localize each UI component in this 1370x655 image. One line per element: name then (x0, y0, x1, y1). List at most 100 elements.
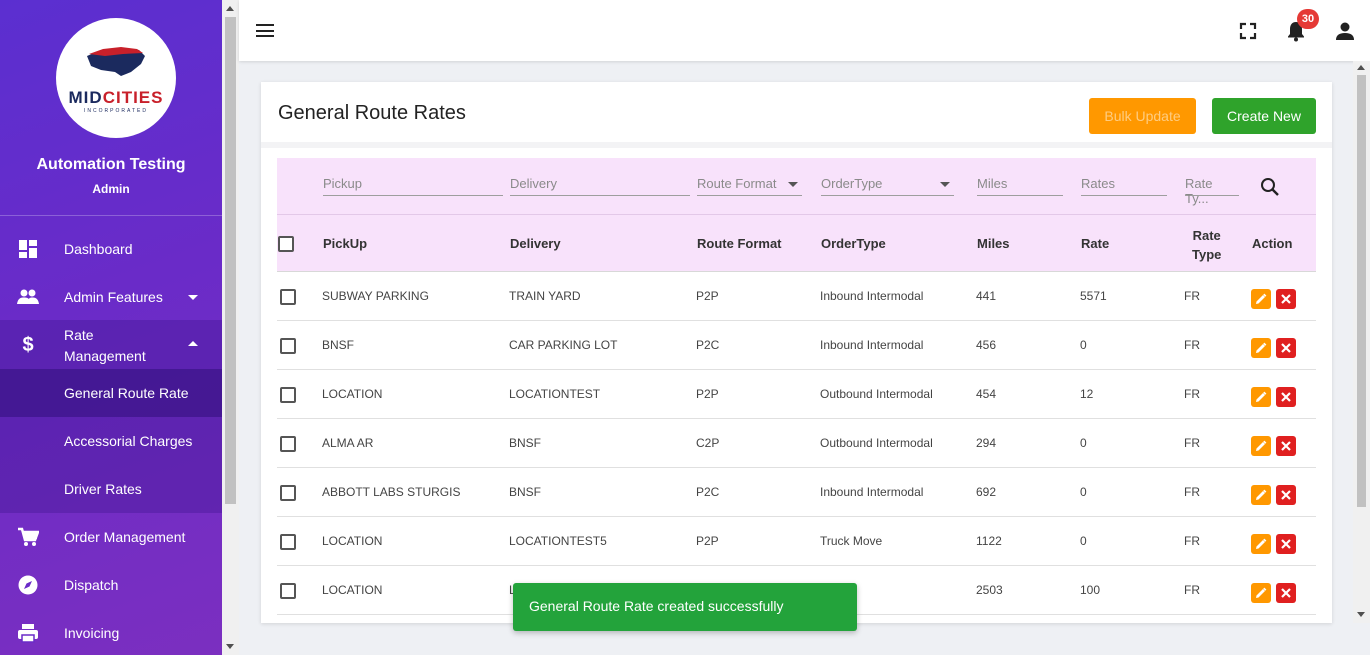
column-header-rate-type[interactable]: Rate Type (1192, 226, 1221, 264)
cell-order-type: Inbound Intermodal (820, 289, 924, 303)
delete-icon[interactable] (1276, 387, 1296, 407)
row-checkbox[interactable] (280, 583, 296, 599)
edit-icon[interactable] (1251, 534, 1271, 554)
sidebar-item-dashboard[interactable]: Dashboard (0, 238, 222, 260)
menu-icon[interactable] (256, 24, 274, 37)
table-row: LOCATION LOCATIONTEST5 P2P Truck Move 1122 0 F… (277, 517, 1316, 566)
person-icon[interactable] (1334, 20, 1356, 42)
delete-icon[interactable] (1276, 436, 1296, 456)
cell-rate-type: FR (1184, 534, 1200, 548)
column-header-order-type[interactable]: OrderType (821, 236, 886, 251)
delete-icon[interactable] (1276, 289, 1296, 309)
cell-miles: 456 (976, 338, 997, 352)
scrollbar-thumb[interactable] (1357, 75, 1366, 507)
header-separator (261, 142, 1332, 148)
chevron-up-icon (188, 341, 198, 346)
sidebar-item-label: Dispatch (64, 577, 119, 593)
column-header-action: Action (1252, 236, 1293, 251)
miles-filter-input[interactable]: Miles (977, 176, 1063, 196)
chevron-down-icon (188, 295, 198, 300)
scrollbar-thumb[interactable] (225, 17, 236, 504)
cell-delivery: TRAIN YARD (509, 289, 581, 303)
row-checkbox[interactable] (280, 485, 296, 501)
row-checkbox[interactable] (280, 338, 296, 354)
cell-delivery: CAR PARKING LOT (509, 338, 618, 352)
edit-icon[interactable] (1251, 436, 1271, 456)
cell-pickup: LOCATION (322, 583, 383, 597)
edit-icon[interactable] (1251, 338, 1271, 358)
scroll-up-arrow-icon[interactable] (226, 6, 234, 11)
sidebar-item-accessorial-charges[interactable]: Accessorial Charges (0, 430, 222, 452)
dropdown-arrow-icon (788, 182, 798, 187)
scroll-up-arrow-icon[interactable] (1357, 65, 1365, 70)
cell-format: C2P (696, 436, 720, 450)
edit-icon[interactable] (1251, 387, 1271, 407)
search-icon[interactable] (1260, 177, 1280, 197)
cell-delivery: BNSF (509, 436, 542, 450)
edit-icon[interactable] (1251, 583, 1271, 603)
app-root: MIDCITIES INCORPORATED Automation Testin… (0, 0, 1370, 655)
column-header-delivery[interactable]: Delivery (510, 236, 561, 251)
cell-rate: 0 (1080, 534, 1087, 548)
sidebar-item-general-route-rate[interactable]: General Route Rate (0, 382, 222, 404)
delivery-filter-input[interactable]: Delivery (510, 176, 690, 196)
edit-icon[interactable] (1251, 485, 1271, 505)
cell-miles: 1122 (976, 534, 1002, 548)
row-checkbox[interactable] (280, 436, 296, 452)
cell-rate: 12 (1080, 387, 1094, 401)
row-checkbox[interactable] (280, 534, 296, 550)
cart-icon (17, 526, 39, 548)
notification-badge: 30 (1297, 9, 1319, 29)
column-header-pickup[interactable]: PickUp (323, 236, 367, 251)
row-checkbox[interactable] (280, 387, 296, 403)
cell-pickup: LOCATION (322, 387, 383, 401)
logo-text: MIDCITIES (68, 88, 164, 107)
column-header-route-format[interactable]: Route Format (697, 236, 782, 251)
sidebar-item-dispatch[interactable]: Dispatch (0, 574, 222, 596)
top-bar: 30 (239, 0, 1370, 61)
cell-order-type: Outbound Intermodal (820, 387, 933, 401)
sidebar-item-label: General Route Rate (64, 385, 189, 401)
row-checkbox[interactable] (280, 289, 296, 305)
delete-icon[interactable] (1276, 338, 1296, 358)
delete-icon[interactable] (1276, 485, 1296, 505)
delete-icon[interactable] (1276, 583, 1296, 603)
select-all-checkbox[interactable] (278, 236, 294, 252)
delete-icon[interactable] (1276, 534, 1296, 554)
dashboard-icon (17, 238, 39, 260)
sidebar-item-label: Rate Management (64, 327, 146, 364)
pickup-filter-input[interactable]: Pickup (323, 176, 503, 196)
sidebar-item-label: Dashboard (64, 241, 133, 257)
scroll-down-arrow-icon[interactable] (226, 644, 234, 649)
fullscreen-icon[interactable] (1237, 20, 1259, 42)
rates-filter-input[interactable]: Rates (1081, 176, 1167, 196)
cell-rate: 0 (1080, 436, 1087, 450)
create-new-button[interactable]: Create New (1212, 98, 1316, 134)
rate-type-filter-input[interactable]: Rate Ty... (1185, 176, 1239, 206)
content-scrollbar[interactable] (1353, 61, 1370, 623)
cell-rate: 5571 (1080, 289, 1107, 303)
user-role: Admin (92, 182, 130, 196)
sidebar: MIDCITIES INCORPORATED Automation Testin… (0, 0, 222, 655)
sidebar-scrollbar[interactable] (222, 0, 239, 655)
sidebar-item-invoicing[interactable]: Invoicing (0, 622, 222, 644)
cell-pickup: LOCATION (322, 534, 383, 548)
edit-icon[interactable] (1251, 289, 1271, 309)
column-header-rate[interactable]: Rate (1081, 236, 1109, 251)
cell-miles: 294 (976, 436, 997, 450)
order-type-filter-select[interactable]: OrderType (821, 176, 954, 196)
column-header-miles[interactable]: Miles (977, 236, 1010, 251)
sidebar-divider (0, 215, 222, 216)
scroll-down-arrow-icon[interactable] (1357, 612, 1365, 617)
sidebar-item-rate-management[interactable]: $ Rate Management (0, 325, 222, 365)
cell-delivery: LOCATIONTEST5 (509, 534, 607, 548)
route-format-filter-select[interactable]: Route Format (697, 176, 802, 196)
cell-pickup: BNSF (322, 338, 355, 352)
sidebar-item-driver-rates[interactable]: Driver Rates (0, 478, 222, 500)
sidebar-item-order-management[interactable]: Order Management (0, 526, 222, 548)
page-title: General Route Rates (278, 102, 466, 124)
cell-rate-type: FR (1184, 338, 1200, 352)
sidebar-item-admin-features[interactable]: Admin Features (0, 286, 222, 308)
bulk-update-button[interactable]: Bulk Update (1089, 98, 1196, 134)
printer-icon (17, 622, 39, 644)
